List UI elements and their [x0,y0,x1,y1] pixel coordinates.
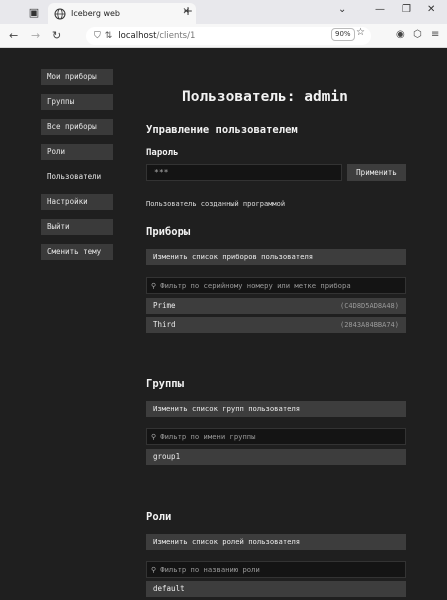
search-icon: ⚲ [151,432,157,441]
roles-filter-placeholder: Фильтр по названию роли [160,565,260,574]
devices-filter-placeholder: Фильтр по серийному номеру или метке при… [160,281,351,290]
devices-heading: Приборы [146,226,191,238]
reload-icon[interactable]: ↻ [52,29,61,42]
group-row[interactable]: group1 [146,449,406,465]
roles-filter-input[interactable]: ⚲ Фильтр по названию роли [146,561,406,578]
devices-filter-input[interactable]: ⚲ Фильтр по серийному номеру или метке пр… [146,277,406,294]
url-host: localhost [118,31,157,41]
sidebar-item-all-devices[interactable]: Все приборы [41,119,113,135]
groups-heading: Группы [146,378,184,390]
address-toolbar: ← → ↻ ⛉ ⇅ localhost/clients/1 90% ☆ ◉ ⬡ … [0,24,447,48]
role-row[interactable]: default [146,581,406,597]
role-name: default [153,584,185,593]
extensions-icon[interactable]: ⬡ [413,29,422,40]
page-info-icon[interactable]: ⇅ [105,31,113,41]
edit-groups-button[interactable]: Изменить список групп пользователя [146,401,406,417]
restore-icon[interactable]: ❐ [402,4,411,15]
sidebar-item-roles[interactable]: Роли [41,144,113,160]
user-note: Пользователь созданный программой [146,200,286,208]
password-label: Пароль [146,148,179,158]
sidebar-item-change-theme[interactable]: Сменить тему [41,244,113,260]
tab-title: Iceberg web [71,9,120,18]
forward-icon[interactable]: → [31,29,40,42]
device-name: Prime [153,301,176,310]
device-serial: (C4D8D5AD8A48) [339,302,399,310]
groups-filter-input[interactable]: ⚲ Фильтр по имени группы [146,428,406,445]
sidebar-item-users[interactable]: Пользователи [41,169,113,185]
shield-icon[interactable]: ⛉ [94,31,101,41]
device-serial: (2843A84BBA74) [339,321,399,329]
password-field[interactable]: *** [146,164,342,181]
tab-list-dropdown-icon[interactable]: ⌄ [338,4,346,15]
account-icon[interactable]: ◉ [396,29,405,40]
search-icon: ⚲ [151,565,157,574]
window-close-icon[interactable]: ✕ [427,4,435,15]
device-name: Third [153,320,176,329]
device-row[interactable]: Third (2843A84BBA74) [146,317,406,333]
back-icon[interactable]: ← [9,29,18,42]
search-icon: ⚲ [151,281,157,290]
url-bar[interactable]: ⛉ ⇅ localhost/clients/1 [86,27,371,45]
edit-devices-button[interactable]: Изменить список приборов пользователя [146,249,406,265]
page-content: Мои приборы Группы Все приборы Роли Поль… [0,49,447,600]
sidebar: Мои приборы Группы Все приборы Роли Поль… [41,69,113,269]
minimize-icon[interactable]: — [375,4,385,15]
sidebar-item-logout[interactable]: Выйти [41,219,113,235]
menu-icon[interactable]: ≡ [431,29,439,40]
page-title: Пользователь: admin [182,89,348,105]
device-row[interactable]: Prime (C4D8D5AD8A48) [146,298,406,314]
globe-icon [54,8,66,19]
edit-roles-button[interactable]: Изменить список ролей пользователя [146,534,406,550]
apply-button[interactable]: Применить [347,164,406,181]
bookmark-star-icon[interactable]: ☆ [356,27,365,38]
browser-tab[interactable]: Iceberg web ✕ [48,3,196,24]
sidebar-item-my-devices[interactable]: Мои приборы [41,69,113,85]
tab-actions-icon[interactable]: ▣ [26,4,42,20]
groups-filter-placeholder: Фильтр по имени группы [160,432,256,441]
group-name: group1 [153,452,181,461]
zoom-level-button[interactable]: 90% [331,28,355,41]
url-text: localhost/clients/1 [118,31,195,41]
sidebar-item-settings[interactable]: Настройки [41,194,113,210]
sidebar-item-groups[interactable]: Группы [41,94,113,110]
new-tab-button[interactable]: + [183,4,193,18]
manage-user-heading: Управление пользователем [146,124,298,136]
url-path: /clients/1 [156,31,196,41]
browser-tab-bar: ▣ Iceberg web ✕ + ⌄ — ❐ ✕ [0,0,447,24]
roles-heading: Роли [146,511,172,523]
